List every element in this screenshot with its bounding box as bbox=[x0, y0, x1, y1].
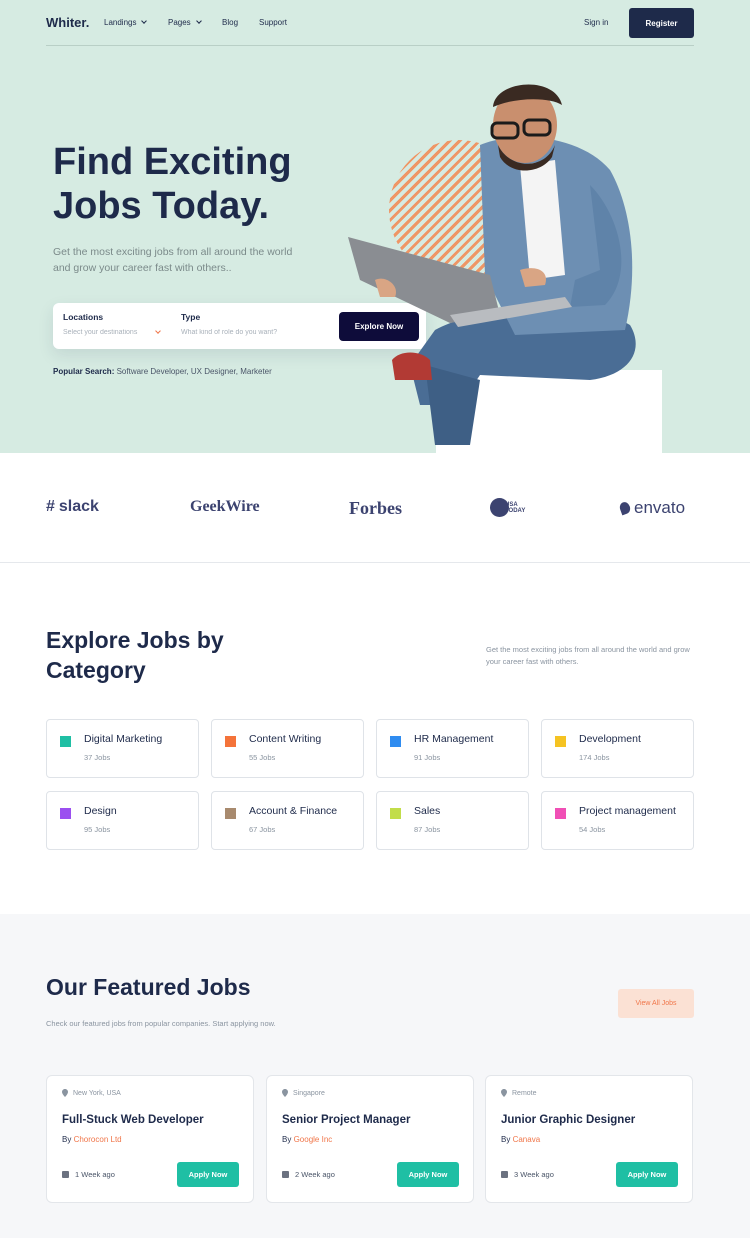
view-all-jobs-button[interactable]: View All Jobs bbox=[618, 989, 694, 1018]
location-pin-icon bbox=[282, 1089, 288, 1097]
nav-support-label: Support bbox=[259, 18, 288, 27]
job-card[interactable]: Remote Junior Graphic Designer By Canava… bbox=[485, 1075, 693, 1203]
category-count: 91 Jobs bbox=[414, 753, 441, 762]
job-posted-time: 1 Week ago bbox=[62, 1170, 115, 1179]
apply-now-button[interactable]: Apply Now bbox=[397, 1162, 459, 1187]
popular-search-label: Popular Search: bbox=[53, 367, 115, 376]
job-location: New York, USA bbox=[62, 1089, 121, 1097]
category-color-square bbox=[225, 736, 236, 747]
brand-logo-slack: # slack bbox=[46, 498, 99, 515]
category-card-design[interactable]: Design 95 Jobs bbox=[46, 791, 199, 850]
job-location: Remote bbox=[501, 1089, 537, 1097]
calendar-icon bbox=[282, 1171, 289, 1178]
category-card-project-management[interactable]: Project management 54 Jobs bbox=[541, 791, 694, 850]
popular-search-items[interactable]: Software Developer, UX Designer, Markete… bbox=[117, 367, 272, 376]
location-pin-icon bbox=[62, 1089, 68, 1097]
category-card-development[interactable]: Development 174 Jobs bbox=[541, 719, 694, 778]
brand-logos-strip: # slack GeekWire Forbes USA TODAY envato bbox=[0, 453, 750, 563]
category-card-hr-management[interactable]: HR Management 91 Jobs bbox=[376, 719, 529, 778]
nav-support[interactable]: Support bbox=[259, 18, 287, 27]
category-name: Content Writing bbox=[249, 733, 322, 745]
type-input[interactable] bbox=[181, 329, 321, 336]
hero-title: Find Exciting Jobs Today. bbox=[53, 141, 292, 227]
job-company: By Chorocon Ltd bbox=[62, 1135, 122, 1144]
hero-person-image bbox=[348, 84, 636, 445]
brand-logo-geekwire: GeekWire bbox=[190, 498, 260, 515]
calendar-icon bbox=[501, 1171, 508, 1178]
categories-description: Get the most exciting jobs from all arou… bbox=[486, 645, 690, 666]
category-count: 37 Jobs bbox=[84, 753, 111, 762]
nav-pages-label: Pages bbox=[168, 18, 191, 27]
register-button[interactable]: Register bbox=[629, 8, 694, 38]
category-name: HR Management bbox=[414, 733, 494, 745]
category-card-content-writing[interactable]: Content Writing 55 Jobs bbox=[211, 719, 364, 778]
calendar-icon bbox=[62, 1171, 69, 1178]
company-link[interactable]: Google Inc bbox=[294, 1135, 333, 1144]
category-name: Account & Finance bbox=[249, 805, 338, 817]
categories-title: Explore Jobs by Category bbox=[46, 627, 224, 683]
job-title[interactable]: Full-Stuck Web Developer bbox=[62, 1114, 204, 1126]
category-count: 67 Jobs bbox=[249, 825, 276, 834]
featured-title: Our Featured Jobs bbox=[46, 974, 251, 1000]
envato-leaf-icon bbox=[618, 500, 632, 516]
category-color-square bbox=[555, 808, 566, 819]
top-nav: Whiter. Landings Pages Blog Support Sign… bbox=[46, 0, 694, 46]
category-name: Design bbox=[84, 805, 117, 817]
category-card-digital-marketing[interactable]: Digital Marketing 37 Jobs bbox=[46, 719, 199, 778]
chevron-down-icon bbox=[195, 18, 202, 24]
category-color-square bbox=[225, 808, 236, 819]
job-posted-time: 2 Week ago bbox=[282, 1170, 335, 1179]
company-link[interactable]: Canava bbox=[513, 1135, 541, 1144]
nav-landings-label: Landings bbox=[104, 18, 137, 27]
job-title[interactable]: Junior Graphic Designer bbox=[501, 1114, 635, 1126]
location-label: Locations bbox=[63, 312, 104, 322]
category-color-square bbox=[60, 736, 71, 747]
nav-pages[interactable]: Pages bbox=[168, 18, 202, 27]
category-count: 54 Jobs bbox=[579, 825, 606, 834]
category-color-square bbox=[390, 808, 401, 819]
category-name: Development bbox=[579, 733, 641, 745]
popular-search: Popular Search: Software Developer, UX D… bbox=[53, 367, 272, 376]
company-link[interactable]: Chorocon Ltd bbox=[74, 1135, 122, 1144]
nav-blog[interactable]: Blog bbox=[222, 18, 238, 27]
category-color-square bbox=[555, 736, 566, 747]
nav-landings[interactable]: Landings bbox=[104, 18, 148, 27]
brand-logo-envato: envato bbox=[618, 498, 685, 518]
job-posted-time: 3 Week ago bbox=[501, 1170, 554, 1179]
chevron-down-icon bbox=[141, 18, 148, 24]
category-card-sales[interactable]: Sales 87 Jobs bbox=[376, 791, 529, 850]
logo[interactable]: Whiter. bbox=[46, 15, 89, 30]
brand-logo-usatoday: USA TODAY bbox=[490, 498, 527, 517]
job-company: By Google Inc bbox=[282, 1135, 333, 1144]
apply-now-button[interactable]: Apply Now bbox=[616, 1162, 678, 1187]
signin-link[interactable]: Sign in bbox=[584, 18, 608, 27]
job-company: By Canava bbox=[501, 1135, 541, 1144]
apply-now-button[interactable]: Apply Now bbox=[177, 1162, 239, 1187]
category-count: 174 Jobs bbox=[579, 753, 610, 762]
category-color-square bbox=[390, 736, 401, 747]
category-count: 87 Jobs bbox=[414, 825, 441, 834]
category-name: Project management bbox=[579, 805, 676, 817]
hero-description: Get the most exciting jobs from all arou… bbox=[53, 246, 293, 274]
hero-section: Whiter. Landings Pages Blog Support Sign… bbox=[0, 0, 750, 453]
nav-blog-label: Blog bbox=[222, 18, 239, 27]
featured-description: Check our featured jobs from popular com… bbox=[46, 1019, 276, 1028]
job-location: Singapore bbox=[282, 1089, 325, 1097]
featured-jobs-section: Our Featured Jobs Check our featured job… bbox=[0, 914, 750, 1238]
category-name: Digital Marketing bbox=[84, 733, 163, 745]
job-card[interactable]: Singapore Senior Project Manager By Goog… bbox=[266, 1075, 474, 1203]
category-color-square bbox=[60, 808, 71, 819]
category-count: 55 Jobs bbox=[249, 753, 276, 762]
job-title[interactable]: Senior Project Manager bbox=[282, 1114, 410, 1126]
category-card-account-finance[interactable]: Account & Finance 67 Jobs bbox=[211, 791, 364, 850]
category-name: Sales bbox=[414, 805, 441, 817]
category-count: 95 Jobs bbox=[84, 825, 111, 834]
brand-logo-forbes: Forbes bbox=[349, 498, 402, 518]
type-label: Type bbox=[181, 312, 201, 322]
location-pin-icon bbox=[501, 1089, 507, 1097]
slack-hash-icon: # bbox=[46, 498, 55, 515]
job-card[interactable]: New York, USA Full-Stuck Web Developer B… bbox=[46, 1075, 254, 1203]
